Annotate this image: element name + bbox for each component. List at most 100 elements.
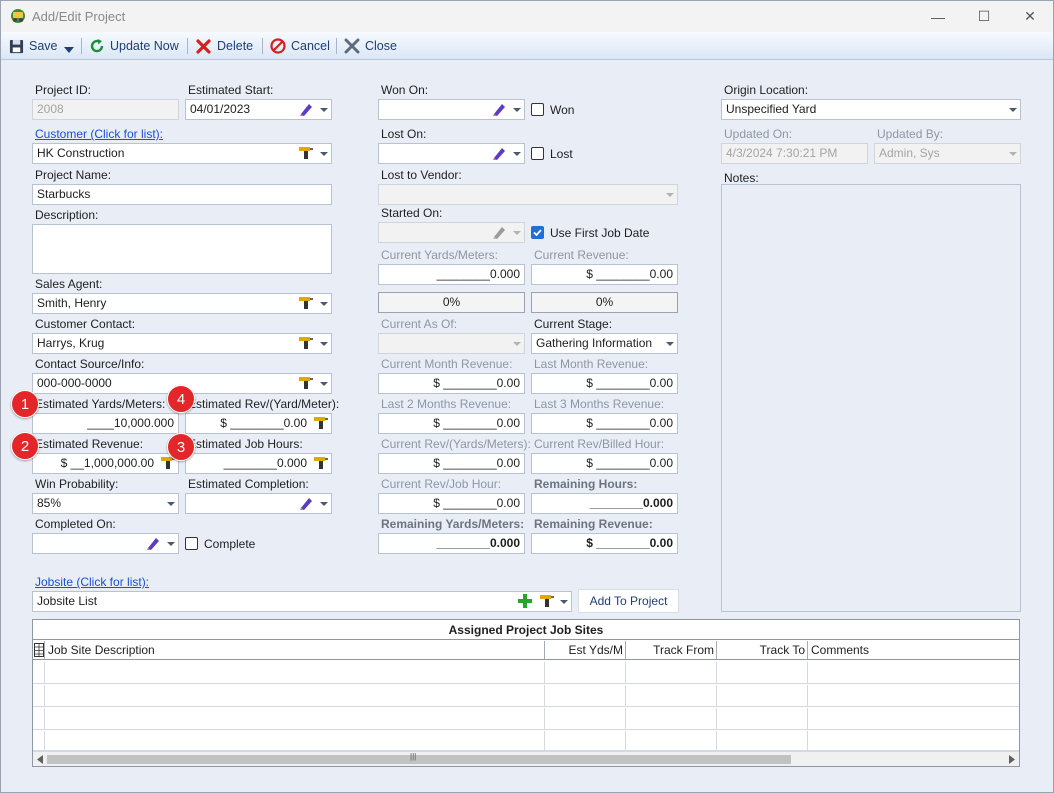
save-dropdown-arrow[interactable] xyxy=(63,41,80,59)
column-header-track-to[interactable]: Track To xyxy=(717,641,808,660)
sales-agent-dropdown[interactable] xyxy=(317,294,331,313)
est-revenue-field[interactable]: $ __1,000,000.00 xyxy=(32,453,179,474)
column-header-est-yds[interactable]: Est Yds/M xyxy=(545,641,626,660)
track-from-cell[interactable] xyxy=(626,662,717,684)
completed-on-field[interactable] xyxy=(32,533,179,554)
table-row[interactable] xyxy=(33,685,1019,707)
est-completion-field[interactable] xyxy=(185,493,332,514)
track-from-cell[interactable] xyxy=(626,708,717,730)
use-first-job-date-checkbox[interactable] xyxy=(531,226,544,239)
description-field[interactable] xyxy=(32,224,332,274)
project-name-field[interactable]: Starbucks xyxy=(32,184,332,205)
customer-contact-field[interactable]: Harrys, Krug xyxy=(32,333,332,354)
drill-icon[interactable] xyxy=(298,295,314,311)
customer-link[interactable]: Customer (Click for list): xyxy=(35,127,163,141)
track-to-cell[interactable] xyxy=(717,685,808,707)
scroll-right-arrow-icon[interactable] xyxy=(1008,755,1016,764)
row-selector-header[interactable] xyxy=(33,641,45,660)
current-stage-dropdown[interactable] xyxy=(663,334,677,353)
won-on-dropdown[interactable] xyxy=(510,100,524,119)
column-header-track-from[interactable]: Track From xyxy=(626,641,717,660)
track-to-cell[interactable] xyxy=(717,731,808,753)
delete-button[interactable]: Delete xyxy=(196,37,253,55)
table-row[interactable] xyxy=(33,662,1019,684)
lost-on-dropdown[interactable] xyxy=(510,144,524,163)
add-to-project-button[interactable]: Add To Project xyxy=(578,589,679,613)
row-selector-cell[interactable] xyxy=(33,685,45,707)
calendar-pencil-icon[interactable] xyxy=(298,101,314,117)
close-window-button[interactable]: ✕ xyxy=(1007,1,1053,32)
horizontal-scrollbar[interactable]: ||| xyxy=(33,751,1019,766)
maximize-button[interactable]: ☐ xyxy=(961,1,1007,32)
won-checkbox[interactable] xyxy=(531,103,544,116)
calendar-pencil-icon[interactable] xyxy=(491,145,507,161)
win-probability-dropdown[interactable] xyxy=(164,494,178,513)
row-selector-cell[interactable] xyxy=(33,731,45,753)
lost-on-field[interactable] xyxy=(378,143,525,164)
drill-icon[interactable] xyxy=(298,145,314,161)
est-job-hours-value: ________0.000 xyxy=(223,456,307,470)
row-selector-cell[interactable] xyxy=(33,662,45,684)
est-yds-cell[interactable] xyxy=(545,685,626,707)
complete-checkbox[interactable] xyxy=(185,537,198,550)
row-selector-cell[interactable] xyxy=(33,708,45,730)
close-button[interactable]: Close xyxy=(344,37,397,55)
est-yds-cell[interactable] xyxy=(545,662,626,684)
est-yards-field[interactable]: ____10,000.000 xyxy=(32,413,179,434)
completed-on-dropdown[interactable] xyxy=(164,534,178,553)
column-header-comments[interactable]: Comments xyxy=(808,641,1019,660)
customer-dropdown[interactable] xyxy=(317,144,331,163)
won-on-field[interactable] xyxy=(378,99,525,120)
track-from-cell[interactable] xyxy=(626,685,717,707)
table-row[interactable] xyxy=(33,708,1019,730)
origin-location-dropdown[interactable] xyxy=(1006,100,1020,119)
assigned-job-sites-grid: Assigned Project Job Sites Job Site Desc… xyxy=(32,619,1020,767)
jobsite-link[interactable]: Jobsite (Click for list): xyxy=(35,575,149,589)
drill-icon[interactable] xyxy=(539,593,555,609)
estimated-start-field[interactable]: 04/01/2023 xyxy=(185,99,332,120)
win-probability-field[interactable]: 85% xyxy=(32,493,179,514)
notes-label: Notes: xyxy=(724,171,759,185)
est-yds-cell[interactable] xyxy=(545,708,626,730)
calendar-pencil-icon[interactable] xyxy=(491,101,507,117)
job-site-description-cell[interactable] xyxy=(45,685,545,707)
update-now-button[interactable]: Update Now xyxy=(89,37,179,55)
origin-location-field[interactable]: Unspecified Yard xyxy=(721,99,1021,120)
customer-contact-dropdown[interactable] xyxy=(317,334,331,353)
add-plus-icon[interactable] xyxy=(517,593,533,609)
track-to-cell[interactable] xyxy=(717,662,808,684)
drill-icon[interactable] xyxy=(313,415,329,431)
job-site-description-cell[interactable] xyxy=(45,731,545,753)
column-header-job-site-description[interactable]: Job Site Description xyxy=(45,641,545,660)
sales-agent-value: Smith, Henry xyxy=(37,296,107,310)
est-job-hours-field[interactable]: ________0.000 xyxy=(185,453,332,474)
lost-checkbox[interactable] xyxy=(531,147,544,160)
save-button[interactable]: Save xyxy=(9,37,58,55)
est-completion-label: Estimated Completion: xyxy=(188,477,309,491)
track-from-cell[interactable] xyxy=(626,731,717,753)
est-yds-cell[interactable] xyxy=(545,731,626,753)
cancel-button[interactable]: Cancel xyxy=(270,37,330,55)
jobsite-field[interactable]: Jobsite List xyxy=(32,591,572,612)
drill-icon[interactable] xyxy=(298,375,314,391)
calendar-pencil-icon[interactable] xyxy=(145,535,161,551)
jobsite-dropdown[interactable] xyxy=(557,592,571,611)
contact-source-dropdown[interactable] xyxy=(317,374,331,393)
estimated-start-dropdown[interactable] xyxy=(317,100,331,119)
scrollbar-thumb[interactable]: ||| xyxy=(47,752,791,764)
drill-icon[interactable] xyxy=(313,455,329,471)
calendar-pencil-icon[interactable] xyxy=(298,495,314,511)
scroll-left-arrow-icon[interactable] xyxy=(36,755,44,764)
track-to-cell[interactable] xyxy=(717,708,808,730)
job-site-description-cell[interactable] xyxy=(45,708,545,730)
drill-icon[interactable] xyxy=(298,335,314,351)
minimize-button[interactable]: — xyxy=(915,1,961,32)
est-rev-per-yard-field[interactable]: $ ________0.00 xyxy=(185,413,332,434)
job-site-description-cell[interactable] xyxy=(45,662,545,684)
customer-field[interactable]: HK Construction xyxy=(32,143,332,164)
current-stage-field[interactable]: Gathering Information xyxy=(531,333,678,354)
table-row[interactable] xyxy=(33,731,1019,753)
sales-agent-field[interactable]: Smith, Henry xyxy=(32,293,332,314)
notes-field[interactable] xyxy=(721,184,1021,612)
est-completion-dropdown[interactable] xyxy=(317,494,331,513)
